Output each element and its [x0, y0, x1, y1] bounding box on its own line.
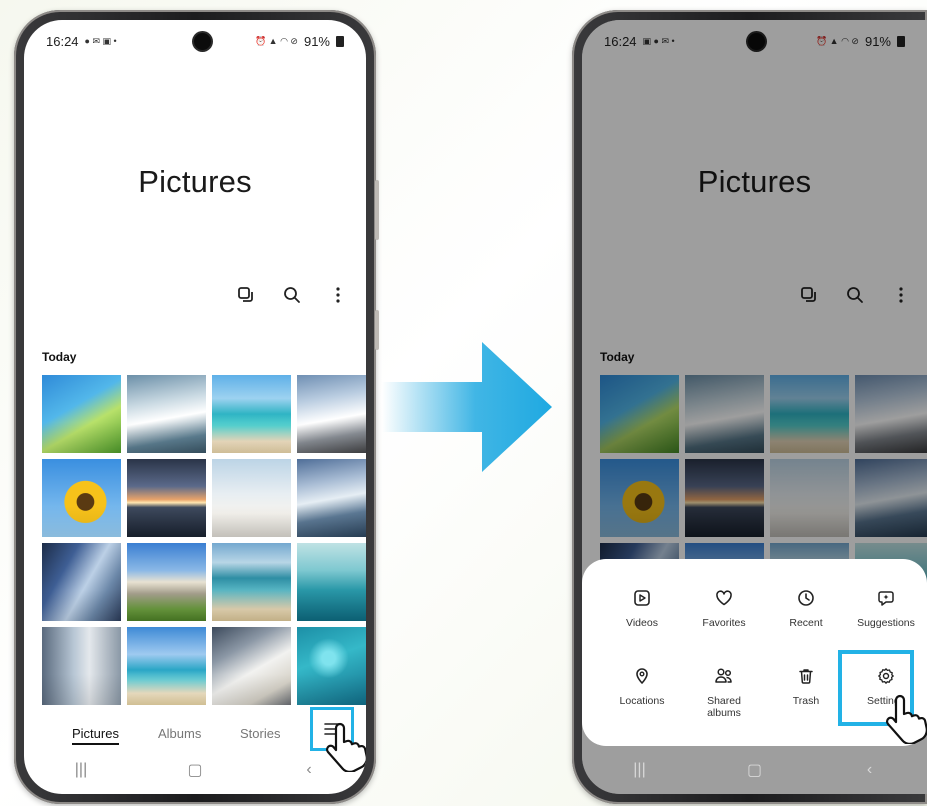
tab-pictures[interactable]: Pictures [72, 726, 119, 745]
menu-item-trash[interactable]: Trash [766, 667, 846, 707]
photo-thumbnail[interactable] [297, 543, 366, 621]
location-pin-icon [636, 668, 648, 684]
select-icon[interactable] [236, 284, 256, 306]
photo-thumbnail [685, 375, 764, 453]
photo-thumbnail[interactable] [42, 375, 121, 453]
photo-thumbnail [600, 459, 679, 537]
front-camera [748, 33, 765, 50]
gallery-screen-with-menu: 16:24 ▣ ● ✉ • ⏰ ▲ ◠ ⊘ 91% Pictures Today [582, 20, 927, 794]
gear-icon [878, 668, 894, 684]
battery-percent: 91% [864, 33, 891, 49]
home-icon[interactable]: ▢ [165, 760, 225, 780]
status-time: 16:24 [46, 33, 79, 49]
photo-thumbnail[interactable] [212, 627, 291, 705]
photo-thumbnail[interactable] [297, 375, 366, 453]
phone-before: 16:24 ● ✉ ▣ • ⏰ ▲ ◠ ⊘ 91% Pictures Today [14, 10, 379, 804]
signal-icons: ⏰ ▲ ◠ ⊘ [254, 35, 298, 46]
photo-thumbnail[interactable] [212, 375, 291, 453]
photo-thumbnail[interactable] [127, 375, 206, 453]
menu-item-label: Trash [792, 695, 820, 707]
back-icon[interactable]: ‹ [279, 761, 339, 779]
gallery-toolbar [236, 284, 348, 306]
video-icon [634, 590, 650, 606]
power-button [375, 310, 379, 350]
photo-thumbnail[interactable] [42, 627, 121, 705]
menu-item-recent[interactable]: Recent [766, 589, 846, 629]
tab-stories[interactable]: Stories [240, 726, 280, 741]
suggestions-icon [878, 591, 894, 606]
more-vert-icon[interactable] [891, 284, 911, 306]
gallery-screen: 16:24 ● ✉ ▣ • ⏰ ▲ ◠ ⊘ 91% Pictures Today [24, 20, 366, 794]
photo-thumbnail[interactable] [297, 459, 366, 537]
notification-icons: ▣ ● ✉ • [642, 35, 675, 46]
photo-thumbnail [770, 459, 849, 537]
system-navigation-bar: ||| ▢ ‹ [24, 746, 366, 794]
tap-hand-icon [884, 692, 927, 749]
search-icon[interactable] [845, 284, 865, 306]
battery-icon [897, 35, 905, 47]
photo-thumbnail[interactable] [127, 459, 206, 537]
photo-thumbnail [770, 375, 849, 453]
menu-item-shared-albums[interactable]: Shared albums [684, 667, 764, 719]
photo-thumbnail[interactable] [42, 459, 121, 537]
recents-icon[interactable]: ||| [610, 761, 670, 779]
home-icon[interactable]: ▢ [725, 760, 785, 780]
photo-grid [42, 375, 366, 705]
heart-icon [716, 590, 732, 606]
notification-icons: ● ✉ ▣ • [84, 35, 117, 46]
tab-albums[interactable]: Albums [158, 726, 201, 741]
search-icon[interactable] [282, 284, 302, 306]
page-title: Pictures [697, 164, 812, 199]
clock-icon [798, 590, 814, 606]
photo-thumbnail[interactable] [127, 627, 206, 705]
photo-thumbnail [600, 375, 679, 453]
page-title: Pictures [138, 164, 252, 199]
photo-thumbnail [855, 375, 927, 453]
trash-icon [799, 669, 813, 684]
photo-thumbnail[interactable] [212, 459, 291, 537]
front-camera [194, 33, 211, 50]
photo-thumbnail[interactable] [297, 627, 366, 705]
section-today: Today [42, 350, 77, 364]
menu-item-label: Suggestions [857, 617, 915, 629]
status-time: 16:24 [604, 33, 637, 49]
photo-thumbnail[interactable] [42, 543, 121, 621]
transition-arrow-icon [382, 342, 552, 472]
menu-item-label: Shared albums [707, 695, 741, 719]
volume-button [375, 180, 379, 240]
phone-after: 16:24 ▣ ● ✉ • ⏰ ▲ ◠ ⊘ 91% Pictures Today [572, 10, 927, 804]
more-vert-icon[interactable] [328, 284, 348, 306]
menu-item-label: Locations [619, 695, 665, 707]
people-icon [715, 668, 732, 683]
section-today: Today [600, 350, 635, 364]
menu-item-label: Videos [626, 617, 658, 629]
battery-percent: 91% [303, 33, 330, 49]
signal-icons: ⏰ ▲ ◠ ⊘ [815, 35, 859, 46]
menu-item-locations[interactable]: Locations [602, 667, 682, 707]
battery-icon [336, 35, 344, 47]
system-navigation-bar: ||| ▢ ‹ [582, 746, 927, 794]
back-icon[interactable]: ‹ [840, 761, 900, 779]
menu-item-videos[interactable]: Videos [602, 589, 682, 629]
recents-icon[interactable]: ||| [51, 761, 111, 779]
photo-thumbnail[interactable] [127, 543, 206, 621]
photo-thumbnail [685, 459, 764, 537]
menu-item-label: Favorites [702, 617, 746, 629]
photo-thumbnail[interactable] [212, 543, 291, 621]
menu-item-favorites[interactable]: Favorites [684, 589, 764, 629]
gallery-toolbar [799, 284, 911, 306]
photo-thumbnail [855, 459, 927, 537]
menu-item-suggestions[interactable]: Suggestions [846, 589, 926, 629]
menu-sheet: Videos Favorites Recent Suggestions Loca… [582, 559, 927, 746]
select-icon[interactable] [799, 284, 819, 306]
menu-item-label: Recent [789, 617, 823, 629]
